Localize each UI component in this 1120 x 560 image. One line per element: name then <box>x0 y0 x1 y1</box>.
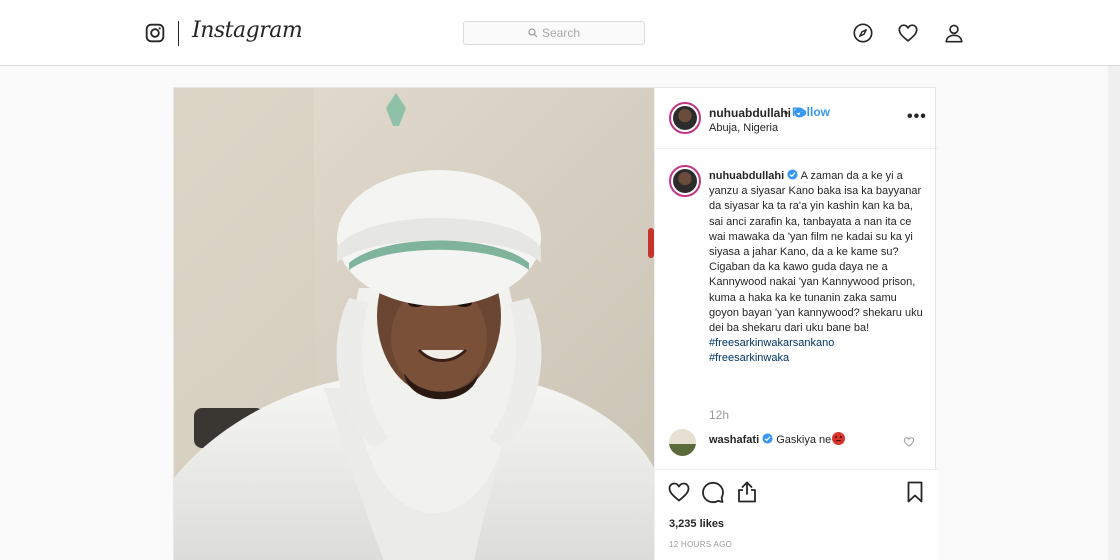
angry-face-emoji-icon <box>832 432 846 445</box>
page-scrollbar[interactable] <box>1108 66 1120 560</box>
comment-text: Gaskiya ne <box>776 434 832 446</box>
author-avatar[interactable] <box>669 102 701 134</box>
search-icon <box>528 28 538 38</box>
profile-icon[interactable] <box>943 22 965 44</box>
author-username-text[interactable]: nuhuabdullahi <box>709 106 791 120</box>
instagram-wordmark[interactable]: Instagram <box>192 18 303 43</box>
commenter-avatar[interactable] <box>669 429 696 456</box>
top-navigation-bar: Instagram Search <box>0 0 1120 66</box>
comments-area[interactable]: nuhuabdullahi A zaman da a ke yi a yanzu… <box>655 149 938 469</box>
instagram-glyph-icon[interactable] <box>145 23 165 43</box>
compass-icon[interactable] <box>852 22 874 44</box>
post-caption: nuhuabdullahi A zaman da a ke yi a yanzu… <box>709 169 927 367</box>
author-username[interactable]: nuhuabdullahi <box>709 106 805 120</box>
verified-badge-icon <box>762 433 773 444</box>
logo-divider <box>178 21 179 46</box>
more-options-icon[interactable]: ••• <box>907 108 927 126</box>
verified-badge-icon <box>787 169 798 180</box>
likes-count[interactable]: 3,235 likes <box>669 518 724 530</box>
post-header: nuhuabdullahi • Follow Abuja, Nigeria ••… <box>655 88 938 149</box>
post-photo-illustration <box>174 88 654 560</box>
comment-username[interactable]: washafati <box>709 434 759 446</box>
bookmark-icon[interactable] <box>903 480 927 504</box>
caption-time: 12h <box>709 408 730 422</box>
post-location[interactable]: Abuja, Nigeria <box>709 122 778 134</box>
caption-username[interactable]: nuhuabdullahi <box>709 170 784 182</box>
post-sidebar: nuhuabdullahi • Follow Abuja, Nigeria ••… <box>654 88 938 560</box>
comment-item: washafati Gaskiya ne <box>709 432 846 446</box>
like-heart-icon[interactable] <box>667 480 691 504</box>
comment-bubble-icon[interactable] <box>701 480 725 504</box>
follow-button[interactable]: Follow <box>792 105 830 119</box>
share-icon[interactable] <box>735 480 759 504</box>
comment-meta-clipped <box>709 460 829 466</box>
caption-text: A zaman da a ke yi a yanzu a siyasar Kan… <box>709 170 923 335</box>
search-placeholder: Search <box>541 26 581 40</box>
post-timestamp: 12 HOURS AGO <box>669 540 733 549</box>
post-photo[interactable] <box>174 88 654 560</box>
post-card: nuhuabdullahi • Follow Abuja, Nigeria ••… <box>173 87 938 560</box>
post-actions: 3,235 likes 12 HOURS AGO <box>655 469 938 560</box>
like-comment-heart-icon[interactable] <box>903 436 915 448</box>
header-separator: • <box>784 106 789 120</box>
search-box[interactable]: Search <box>463 21 645 45</box>
heart-icon[interactable] <box>897 22 919 44</box>
hashtag-link[interactable]: #freesarkinwakarsankano <box>709 336 927 351</box>
hashtag-link[interactable]: #freesarkinwaka <box>709 351 927 366</box>
caption-avatar[interactable] <box>669 165 701 197</box>
